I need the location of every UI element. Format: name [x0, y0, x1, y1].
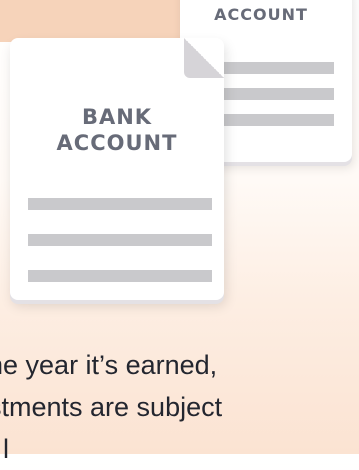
document-line: [28, 234, 212, 246]
body-text-line-1: he year it’s earned,: [0, 350, 218, 380]
body-text: he year it’s earned, stments are subject…: [0, 344, 359, 470]
back-document-title: ACCOUNT: [214, 5, 308, 24]
document-line: [28, 270, 212, 282]
body-text-line-2: stments are subject: [0, 392, 223, 422]
background-accent: [0, 0, 200, 42]
document-line: [28, 198, 212, 210]
body-text-line-3: f l: [0, 434, 10, 464]
title-line-bank: BANK: [81, 105, 153, 129]
bank-account-title: BANK ACCOUNT: [10, 104, 224, 156]
title-line-account: ACCOUNT: [56, 131, 178, 155]
folded-corner: [184, 38, 224, 78]
